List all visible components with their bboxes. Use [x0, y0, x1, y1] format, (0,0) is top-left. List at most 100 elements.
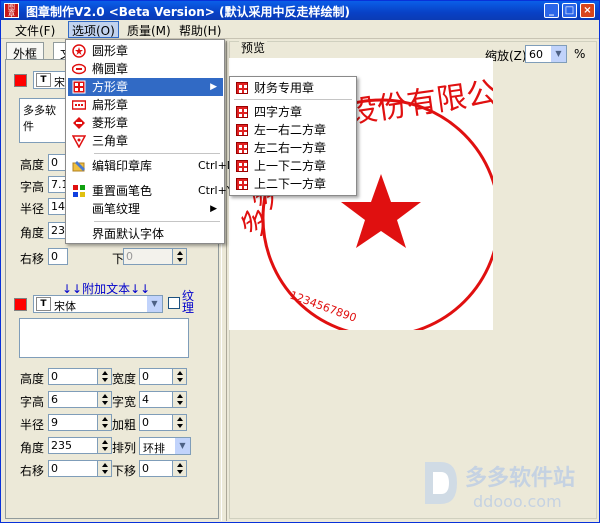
finance-stamp-icon	[236, 82, 248, 94]
extra-width-value: 0	[142, 370, 149, 383]
menu-separator-2	[94, 221, 220, 222]
extra-text-color-swatch[interactable]	[14, 298, 27, 311]
extra-height-input[interactable]: 0	[48, 368, 98, 385]
four-char-stamp-icon	[236, 106, 248, 118]
zoom-select[interactable]: 60 ▼	[525, 45, 567, 63]
extra-angle-value: 235	[51, 439, 72, 452]
flat-stamp-label: 扁形章	[92, 98, 129, 112]
menu-item-ellipse-stamp[interactable]: 椭圆章	[68, 60, 223, 78]
preview-label: 预览	[239, 39, 268, 56]
close-button[interactable]: ×	[580, 3, 595, 18]
label-extra-char-width: 字宽	[112, 395, 137, 409]
extra-angle-input[interactable]: 235	[48, 437, 98, 454]
submenu-arrow-icon-2: ▶	[210, 204, 217, 214]
label-height: 高度	[20, 158, 45, 172]
label-extra-down-shift: 下移	[112, 464, 137, 478]
square-stamp-submenu: 财务专用章 四字方章 左一右二方章 左二右一方章 上一下二方章 上二下一方章	[229, 76, 357, 196]
label-char-height: 字高	[20, 180, 45, 194]
ellipse-stamp-icon	[72, 63, 86, 75]
submenu-item-left2-right1[interactable]: 左二右一方章	[232, 139, 355, 157]
menu-item-edit-library[interactable]: 编辑印章库 Ctrl+D	[68, 157, 235, 175]
left1-right2-icon	[236, 124, 248, 136]
texture-label: 纹理	[182, 289, 195, 315]
down-shift-input[interactable]: 0	[123, 248, 173, 265]
minimize-button[interactable]: _	[544, 3, 559, 18]
arrange-select[interactable]: 环排 ▼	[139, 437, 191, 455]
submenu-item-top1-bottom2[interactable]: 上一下二方章	[232, 157, 355, 175]
menu-item-reset-pen-color[interactable]: 重置画笔色 Ctrl+Y	[68, 182, 234, 200]
extra-char-height-value: 6	[51, 393, 58, 406]
texture-checkbox[interactable]	[168, 297, 180, 309]
extra-down-shift-spinner[interactable]	[172, 460, 187, 477]
menu-item-flat-stamp[interactable]: 扁形章	[68, 96, 223, 114]
truetype-icon-2: T	[36, 297, 51, 311]
menu-quality[interactable]: 质量(M)	[127, 22, 171, 39]
menu-item-pen-texture[interactable]: 画笔纹理 ▶	[68, 200, 223, 218]
extra-right-shift-spinner[interactable]	[97, 460, 112, 477]
menu-help[interactable]: 帮助(H)	[179, 22, 221, 39]
menu-bar: 文件(F) 选项(O) 质量(M) 帮助(H)	[1, 20, 599, 39]
label-extra-char-height: 字高	[20, 395, 45, 409]
main-text-value: 多多软件	[23, 104, 56, 133]
maximize-button[interactable]: □	[562, 3, 577, 18]
submenu-item-top2-bottom1[interactable]: 上二下一方章	[232, 175, 355, 193]
edit-library-icon	[72, 161, 85, 172]
extra-down-shift-value: 0	[142, 462, 149, 475]
watermark: 多多软件站 ddooo.com	[421, 456, 596, 516]
extra-font-combo[interactable]: T 宋体 ▼	[33, 295, 163, 313]
diamond-stamp-icon	[73, 117, 85, 129]
top1-bottom2-label: 上一下二方章	[254, 159, 327, 173]
app-window: 图章 图章制作V2.0 <Beta Version> (默认采用中反走样绘制) …	[0, 0, 600, 523]
menu-item-circle-stamp[interactable]: 圆形章	[68, 42, 223, 60]
right-shift-value: 0	[51, 250, 58, 263]
extra-bold-spinner[interactable]	[172, 414, 187, 431]
top2-bottom1-icon	[236, 178, 248, 190]
tab-outer-frame[interactable]: 外框	[6, 42, 45, 61]
chevron-down-icon-2[interactable]: ▼	[174, 438, 190, 454]
top1-bottom2-icon	[236, 160, 248, 172]
square-stamp-label: 方形章	[92, 80, 129, 94]
menu-options[interactable]: 选项(O)	[68, 21, 119, 38]
menu-separator	[94, 153, 220, 154]
truetype-icon: T	[36, 73, 51, 87]
extra-height-spinner[interactable]	[97, 368, 112, 385]
extra-right-shift-input[interactable]: 0	[48, 460, 98, 477]
chevron-down-icon-3[interactable]: ▼	[550, 46, 566, 62]
label-extra-width: 宽度	[112, 372, 137, 386]
label-right-shift: 右移	[20, 252, 45, 266]
menu-item-diamond-stamp[interactable]: 菱形章	[68, 114, 223, 132]
extra-right-shift-value: 0	[51, 462, 58, 475]
submenu-item-left1-right2[interactable]: 左一右二方章	[232, 121, 355, 139]
extra-radius-spinner[interactable]	[97, 414, 112, 431]
radius-value: 14	[51, 200, 65, 213]
extra-char-height-spinner[interactable]	[97, 391, 112, 408]
options-menu: 圆形章 椭圆章 方形章 ▶ 扁形章 菱形章 三角章 编辑印章库 Ctrl+D 重…	[65, 39, 235, 244]
chevron-down-icon[interactable]: ▼	[146, 296, 162, 312]
pen-texture-label: 画笔纹理	[92, 202, 141, 216]
menu-file[interactable]: 文件(F)	[15, 22, 55, 39]
watermark-title: 多多软件站	[465, 466, 576, 491]
label-extra-angle: 角度	[20, 441, 45, 455]
submenu-separator	[234, 99, 352, 100]
menu-item-default-font[interactable]: 界面默认字体	[68, 225, 223, 243]
extra-radius-value: 9	[51, 416, 58, 429]
extra-angle-spinner[interactable]	[97, 437, 112, 454]
right-shift-input[interactable]: 0	[48, 248, 68, 265]
zoom-unit: %	[574, 47, 586, 61]
menu-item-square-stamp[interactable]: 方形章 ▶	[68, 78, 223, 96]
extra-char-height-input[interactable]: 6	[48, 391, 98, 408]
submenu-item-four-char[interactable]: 四字方章	[232, 103, 355, 121]
extra-radius-input[interactable]: 9	[48, 414, 98, 431]
extra-width-spinner[interactable]	[172, 368, 187, 385]
extra-char-width-spinner[interactable]	[172, 391, 187, 408]
submenu-item-finance[interactable]: 财务专用章	[232, 79, 355, 97]
left2-right1-icon	[236, 142, 248, 154]
extra-text-memo[interactable]	[19, 318, 189, 358]
main-text-color-swatch[interactable]	[14, 74, 27, 87]
menu-item-triangle-stamp[interactable]: 三角章	[68, 132, 223, 150]
main-text-memo[interactable]: 多多软件	[19, 98, 69, 143]
label-angle: 角度	[20, 226, 45, 240]
down-shift-spinner[interactable]	[172, 248, 187, 265]
circle-stamp-icon	[72, 44, 86, 58]
triangle-stamp-label: 三角章	[92, 134, 129, 148]
